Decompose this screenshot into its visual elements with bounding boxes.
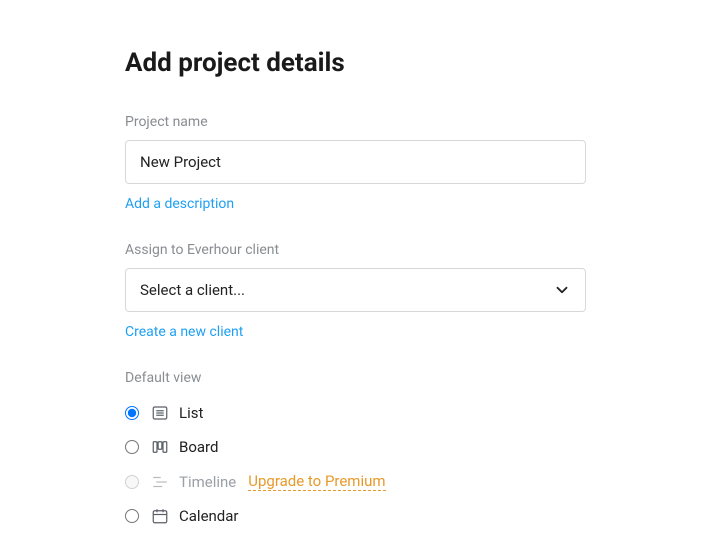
view-label-board: Board [179,438,218,456]
default-view-label: Default view [125,370,586,386]
project-name-input[interactable] [125,140,586,184]
radio-timeline [125,475,139,489]
radio-calendar[interactable] [125,509,139,523]
view-option-list: List [125,396,586,430]
view-label-list: List [179,404,203,422]
list-icon [151,404,169,422]
default-view-section: Default view List Board [125,370,586,533]
client-section: Assign to Everhour client Select a clien… [125,242,586,340]
view-option-timeline: Timeline Upgrade to Premium [125,464,586,499]
client-label: Assign to Everhour client [125,242,586,258]
add-description-link[interactable]: Add a description [125,196,234,212]
client-select[interactable]: Select a client... [125,268,586,312]
project-name-label: Project name [125,114,586,130]
client-select-placeholder: Select a client... [140,281,245,299]
timeline-icon [151,473,169,491]
project-name-section: Project name Add a description [125,114,586,212]
chevron-down-icon [553,281,571,299]
view-option-board: Board [125,430,586,464]
radio-list[interactable] [125,406,139,420]
page-title: Add project details [125,48,586,78]
calendar-icon [151,507,169,525]
board-icon [151,438,169,456]
radio-board[interactable] [125,440,139,454]
view-label-timeline: Timeline [179,473,236,491]
create-client-link[interactable]: Create a new client [125,324,243,340]
view-label-calendar: Calendar [179,507,239,525]
view-option-calendar: Calendar [125,499,586,533]
upgrade-to-premium-link[interactable]: Upgrade to Premium [248,472,385,491]
